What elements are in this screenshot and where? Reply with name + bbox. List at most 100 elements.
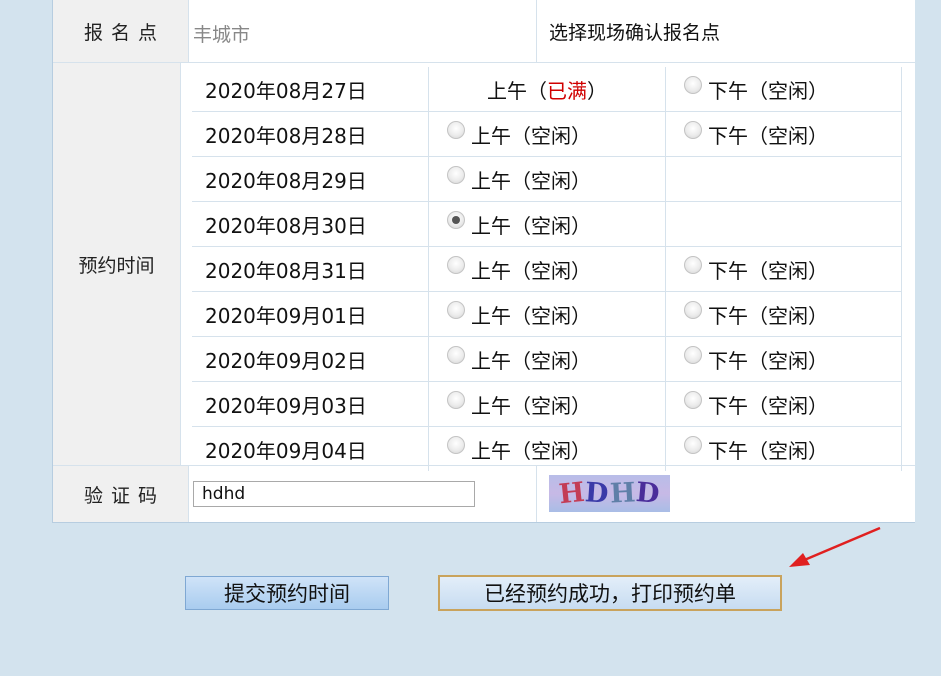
open-paren: （: [748, 123, 768, 148]
pm-slot-cell[interactable]: 下午（空闲）: [665, 292, 902, 336]
radio-icon[interactable]: [447, 436, 465, 454]
radio-icon[interactable]: [447, 301, 465, 319]
am-slot-cell[interactable]: 上午（空闲）: [428, 202, 665, 246]
slot-status: 空闲: [531, 258, 571, 283]
slot-row: 2020年08月30日 上午（空闲）: [192, 202, 902, 247]
close-paren: ）: [808, 438, 828, 463]
slot-row: 2020年09月01日 上午（空闲）下午（空闲）: [192, 292, 902, 337]
slot-row: 2020年08月27日 上午（已满）下午（空闲）: [192, 67, 902, 112]
close-paren: ）: [571, 348, 591, 373]
close-paren: ）: [808, 303, 828, 328]
am-slot-cell[interactable]: 上午（空闲）: [428, 112, 665, 156]
am-slot-cell[interactable]: 上午（空闲）: [428, 292, 665, 336]
radio-icon[interactable]: [447, 121, 465, 139]
open-paren: （: [511, 303, 531, 328]
select-site-link[interactable]: 选择现场确认报名点: [536, 0, 915, 62]
am-label: 上午: [471, 393, 511, 418]
slot-status: 空闲: [531, 303, 571, 328]
close-paren: ）: [571, 438, 591, 463]
close-paren: ）: [808, 78, 828, 103]
radio-icon[interactable]: [684, 301, 702, 319]
slot-status: 空闲: [768, 348, 808, 373]
radio-icon[interactable]: [447, 256, 465, 274]
pm-slot-cell[interactable]: 下午（空闲）: [665, 337, 902, 381]
radio-icon[interactable]: [447, 211, 465, 229]
am-label: 上午: [471, 258, 511, 283]
pm-label: 下午: [708, 348, 748, 373]
close-paren: ）: [808, 348, 828, 373]
pm-slot-cell[interactable]: 下午（空闲）: [665, 382, 902, 426]
open-paren: （: [748, 258, 768, 283]
open-paren: （: [748, 438, 768, 463]
am-slot-cell[interactable]: 上午（空闲）: [428, 157, 665, 201]
am-slot-cell[interactable]: 上午（空闲）: [428, 337, 665, 381]
pm-slot-cell: [665, 202, 902, 246]
radio-icon[interactable]: [684, 346, 702, 364]
am-label: 上午: [471, 303, 511, 328]
pm-label: 下午: [708, 78, 748, 103]
pm-label: 下午: [708, 258, 748, 283]
slot-status: 空闲: [768, 78, 808, 103]
slot-date: 2020年09月03日: [205, 393, 367, 418]
open-paren: （: [748, 78, 768, 103]
submit-appointment-button[interactable]: 提交预约时间: [185, 576, 389, 610]
close-paren: ）: [808, 393, 828, 418]
radio-icon[interactable]: [447, 391, 465, 409]
slot-status: 空闲: [768, 393, 808, 418]
close-paren: ）: [571, 303, 591, 328]
radio-icon[interactable]: [447, 166, 465, 184]
radio-icon[interactable]: [684, 76, 702, 94]
am-slot-cell: 上午（已满）: [428, 67, 665, 111]
pm-label: 下午: [708, 438, 748, 463]
radio-icon[interactable]: [684, 391, 702, 409]
row-divider: [53, 62, 915, 63]
open-paren: （: [748, 348, 768, 373]
slot-status: 空闲: [531, 123, 571, 148]
site-value: 丰城市: [193, 24, 251, 46]
am-slot-cell[interactable]: 上午（空闲）: [428, 247, 665, 291]
slot-date: 2020年08月31日: [205, 258, 367, 283]
pm-slot-cell[interactable]: 下午（空闲）: [665, 112, 902, 156]
close-paren: ）: [808, 258, 828, 283]
close-paren: ）: [571, 168, 591, 193]
pm-slot-cell: [665, 157, 902, 201]
appointment-label: 预约时间: [53, 63, 181, 465]
slot-status: 空闲: [531, 438, 571, 463]
radio-icon[interactable]: [447, 346, 465, 364]
captcha-input[interactable]: [193, 481, 475, 507]
slot-row: 2020年09月02日 上午（空闲）下午（空闲）: [192, 337, 902, 382]
radio-icon[interactable]: [684, 121, 702, 139]
slot-status: 已满: [547, 78, 587, 103]
red-annotation-arrow-icon: [789, 526, 881, 567]
open-paren: （: [511, 123, 531, 148]
close-paren: ）: [587, 78, 607, 103]
slot-status: 空闲: [768, 438, 808, 463]
slot-status: 空闲: [531, 393, 571, 418]
captcha-label: 验证码: [53, 466, 189, 522]
captcha-cell: HDHD: [536, 466, 916, 522]
close-paren: ）: [571, 213, 591, 238]
time-slot-grid: 2020年08月27日 上午（已满）下午（空闲） 2020年08月28日 上午（空闲）…: [192, 67, 902, 471]
close-paren: ）: [808, 123, 828, 148]
pm-slot-cell[interactable]: 下午（空闲）: [665, 67, 902, 111]
print-appointment-button[interactable]: 已经预约成功，打印预约单: [438, 575, 782, 611]
slot-date: 2020年08月28日: [205, 123, 367, 148]
pm-slot-cell[interactable]: 下午（空闲）: [665, 247, 902, 291]
appointment-form: 报名点 丰城市 选择现场确认报名点 预约时间 2020年08月27日 上午（已满）…: [52, 0, 915, 523]
radio-icon[interactable]: [684, 256, 702, 274]
am-slot-cell[interactable]: 上午（空闲）: [428, 382, 665, 426]
slot-row: 2020年08月29日 上午（空闲）: [192, 157, 902, 202]
slot-date: 2020年08月29日: [205, 168, 367, 193]
slot-date: 2020年08月30日: [205, 213, 367, 238]
am-label: 上午: [471, 168, 511, 193]
pm-label: 下午: [708, 303, 748, 328]
close-paren: ）: [571, 258, 591, 283]
site-label: 报名点: [53, 0, 189, 62]
radio-icon[interactable]: [684, 436, 702, 454]
captcha-image[interactable]: HDHD: [549, 475, 670, 512]
open-paren: （: [511, 348, 531, 373]
open-paren: （: [748, 303, 768, 328]
captcha-char: D: [634, 476, 662, 511]
am-label: 上午: [487, 78, 527, 103]
open-paren: （: [748, 393, 768, 418]
